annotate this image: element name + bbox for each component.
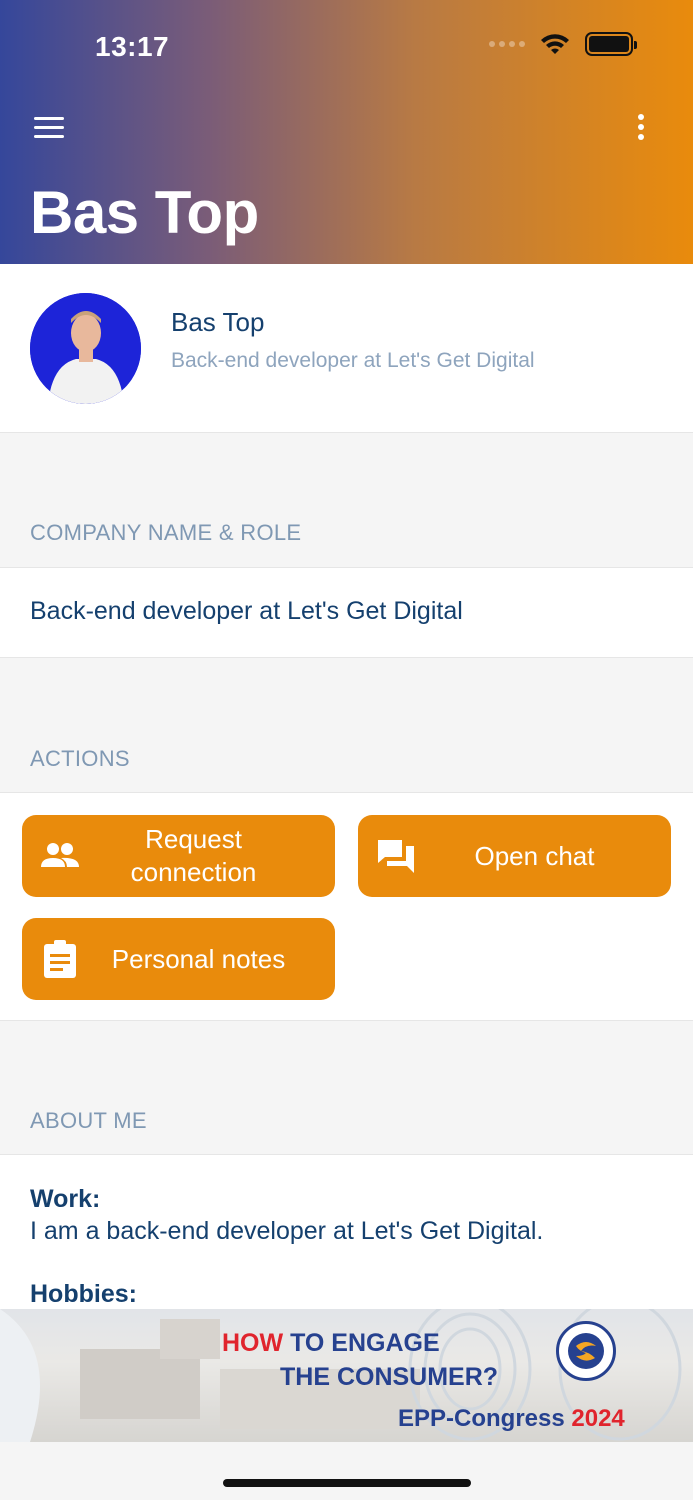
section-label-company: COMPANY NAME & ROLE [30, 520, 302, 545]
profile-name: Bas Top [171, 307, 265, 337]
banner-line-3-blue: EPP-Congress [398, 1405, 565, 1432]
status-icons [489, 32, 637, 56]
wifi-icon [541, 34, 569, 54]
company-role-row: Back-end developer at Let's Get Digital [0, 567, 693, 658]
banner-line-3-year: 2024 [571, 1405, 625, 1432]
battery-icon [585, 32, 637, 56]
home-indicator[interactable] [223, 1479, 471, 1487]
actions-panel: Request connection Open chat Personal no… [0, 792, 693, 1021]
about-panel: Work: I am a back-end developer at Let's… [0, 1154, 693, 1309]
banner-line-1-red: HOW [222, 1329, 284, 1357]
open-chat-button[interactable]: Open chat [358, 815, 671, 897]
banner-line-2: THE CONSUMER? [280, 1363, 499, 1391]
about-work-title: Work: [30, 1185, 101, 1213]
banner-line-1: HOW TO ENGAGE [222, 1329, 440, 1358]
request-connection-button[interactable]: Request connection [22, 815, 335, 897]
profile-subtitle: Back-end developer at Let's Get Digital [171, 349, 535, 372]
company-role-value: Back-end developer at Let's Get Digital [30, 597, 463, 625]
section-label-about: ABOUT ME [30, 1108, 147, 1133]
cellular-signal-icon [489, 41, 525, 47]
menu-icon[interactable] [34, 117, 64, 139]
congress-logo-icon [556, 1321, 616, 1381]
section-label-actions: ACTIONS [30, 746, 130, 771]
about-hobbies-title: Hobbies: [30, 1280, 137, 1308]
clipboard-icon [44, 940, 76, 978]
ad-banner[interactable]: HOW TO ENGAGE THE CONSUMER? EPP-Congress… [0, 1309, 693, 1442]
avatar [30, 293, 141, 404]
chat-icon [378, 840, 414, 873]
more-options-icon[interactable] [631, 112, 651, 142]
personal-notes-button[interactable]: Personal notes [22, 918, 335, 1000]
people-icon [41, 843, 79, 867]
banner-line-1-blue: TO ENGAGE [290, 1329, 440, 1357]
about-work-text: I am a back-end developer at Let's Get D… [30, 1217, 544, 1245]
page-title: Bas Top [30, 179, 259, 246]
app-header: 13:17 Bas Top [0, 0, 693, 264]
status-time: 13:17 [95, 31, 170, 62]
banner-line-3: EPP-Congress 2024 [398, 1405, 625, 1433]
profile-card: Bas Top Back-end developer at Let's Get … [0, 264, 693, 433]
